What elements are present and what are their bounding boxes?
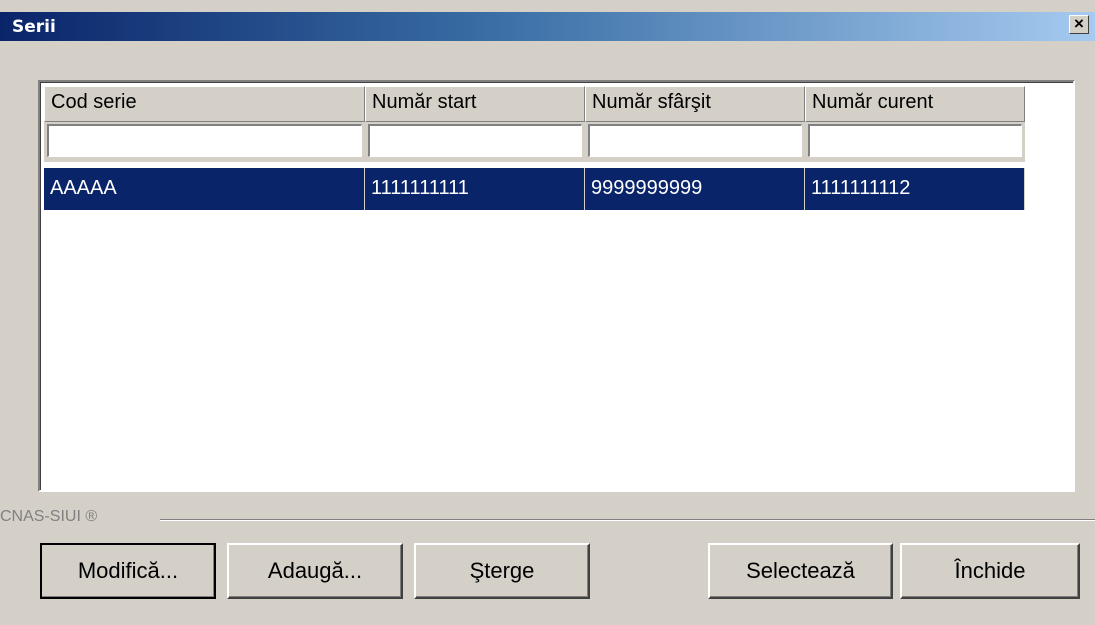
brand-label: CNAS-SIUI ® [0, 508, 104, 526]
filter-numar-curent-input[interactable] [808, 124, 1022, 157]
column-header-numar-start[interactable]: Număr start [365, 86, 585, 122]
table-header: Cod serie Număr start Număr sfârşit Numă… [44, 86, 1025, 122]
cell-numar-sfarsit: 9999999999 [585, 168, 805, 210]
column-header-cod-serie[interactable]: Cod serie [44, 86, 365, 122]
close-icon[interactable]: × [1069, 15, 1089, 34]
filter-cod-serie-input[interactable] [47, 124, 362, 157]
cell-numar-start: 1111111111 [365, 168, 585, 210]
series-table[interactable]: Cod serie Număr start Număr sfârşit Numă… [38, 80, 1075, 492]
add-button[interactable]: Adaugă... [227, 543, 403, 599]
filter-row [44, 122, 1025, 162]
delete-button[interactable]: Şterge [414, 543, 590, 599]
select-button[interactable]: Selectează [708, 543, 893, 599]
filter-numar-sfarsit-input[interactable] [588, 124, 802, 157]
separator-line [160, 519, 1095, 521]
modify-button[interactable]: Modifică... [40, 543, 216, 599]
column-header-numar-sfarsit[interactable]: Număr sfârşit [585, 86, 805, 122]
window-title: Serii [12, 17, 56, 37]
column-header-numar-curent[interactable]: Număr curent [805, 86, 1025, 122]
cell-numar-curent: 1111111112 [805, 168, 1025, 210]
table-row[interactable]: AAAAA 1111111111 9999999999 1111111112 [44, 168, 1025, 210]
title-bar: Serii × [0, 12, 1095, 41]
filter-numar-start-input[interactable] [368, 124, 582, 157]
close-button[interactable]: Închide [900, 543, 1080, 599]
cell-cod-serie: AAAAA [44, 168, 365, 210]
